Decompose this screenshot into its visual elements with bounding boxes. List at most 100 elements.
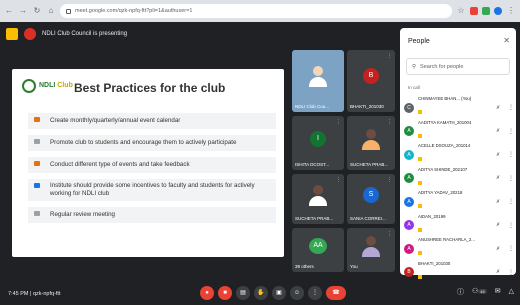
url-text: meet.google.com/qzk-npfq-ftt?pli=1&authu…: [75, 8, 193, 14]
extension-icon[interactable]: [470, 7, 478, 15]
mic-off-icon: ✗: [496, 222, 501, 229]
badge-icon: [418, 251, 422, 256]
more-icon[interactable]: ⋮: [508, 175, 514, 182]
avatar: C: [404, 102, 414, 113]
forward-icon[interactable]: →: [18, 6, 28, 16]
avatar: B: [404, 267, 414, 278]
menu-icon[interactable]: ⋮: [506, 6, 516, 16]
slide-item: Create monthly/quarterly/annual event ca…: [28, 113, 276, 130]
participant-photo: [362, 128, 380, 151]
chat-icon[interactable]: ✉: [495, 287, 501, 297]
extension-icon[interactable]: [482, 7, 490, 15]
participant-tile[interactable]: ⋮ S SANIA CORREI...: [347, 174, 395, 224]
mic-toggle-button[interactable]: ●: [200, 286, 214, 300]
participant-tile[interactable]: NDLI Club Cou...: [292, 50, 344, 112]
people-list: C CHINMAYEE BHAN... (You) ✗ ⋮ A AADITYA …: [404, 96, 514, 284]
slide-list: Create monthly/quarterly/annual event ca…: [28, 113, 276, 229]
participant-tile[interactable]: ⋮ SUCHETA PRAB...: [347, 116, 395, 170]
ndli-logo-icon: [22, 79, 36, 93]
presentation-icon: [6, 28, 18, 40]
avatar: A: [404, 126, 414, 137]
badge-icon: [418, 204, 422, 209]
self-tile[interactable]: ⋮ You: [347, 228, 395, 272]
more-icon[interactable]: ⋮: [508, 151, 514, 158]
avatar: A: [404, 149, 414, 160]
panel-title: People: [408, 38, 430, 45]
search-icon: ⚲: [412, 63, 417, 70]
mic-off-icon: ✗: [496, 198, 501, 205]
mic-off-icon: ⋮: [336, 119, 341, 125]
close-icon[interactable]: ✕: [503, 36, 510, 45]
camera-toggle-button[interactable]: ■: [218, 286, 232, 300]
more-icon[interactable]: ⋮: [508, 269, 514, 276]
list-item[interactable]: A AADITYA KAMATH_201004 ✗ ⋮: [404, 120, 514, 144]
participant-tile[interactable]: ⋮ SUCHETA PRAB...: [292, 174, 344, 224]
more-icon[interactable]: ⋮: [508, 128, 514, 135]
badge-icon: [418, 180, 422, 185]
call-controls: ● ■ ▤ ✋ ▣ ☺ ⋮ ☎: [200, 286, 346, 300]
avatar: I: [310, 130, 326, 147]
present-button[interactable]: ▣: [272, 286, 286, 300]
home-icon[interactable]: ⌂: [46, 6, 56, 16]
address-bar[interactable]: meet.google.com/qzk-npfq-ftt?pli=1&authu…: [60, 4, 452, 18]
mic-off-icon: ✗: [496, 128, 501, 135]
meet-header: NDLI Club Council is presenting: [0, 22, 400, 46]
participant-photo: [362, 236, 380, 258]
profile-avatar[interactable]: [494, 7, 502, 15]
slide-item: Promote club to students and encourage t…: [28, 135, 276, 152]
more-icon[interactable]: ⋮: [508, 245, 514, 252]
participant-photo: [309, 66, 327, 88]
badge-icon: [418, 133, 422, 138]
participant-photo: [309, 185, 327, 207]
others-tile[interactable]: AA 39 others: [292, 228, 344, 272]
star-icon[interactable]: ☆: [456, 6, 466, 16]
others-avatars: AA: [309, 237, 327, 254]
side-controls: ⓘ ⚇ 46 ✉ △: [457, 287, 514, 297]
mic-off-icon: ⋮: [336, 177, 341, 183]
browser-toolbar: ← → ↻ ⌂ meet.google.com/qzk-npfq-ftt?pli…: [0, 0, 520, 22]
bullet-icon: [34, 211, 40, 217]
mic-off-icon: ⋮: [387, 231, 392, 237]
badge-icon: [418, 157, 422, 162]
presenting-title: NDLI Club Council is presenting: [42, 31, 128, 37]
list-item[interactable]: B BHAKTI_201030 ✗ ⋮: [404, 261, 514, 285]
activities-icon[interactable]: △: [509, 287, 514, 297]
participant-tile[interactable]: ⋮ I ISHITA DCOST...: [292, 116, 344, 170]
participant-tile[interactable]: ⋮ B BHAKTI_201030: [347, 50, 395, 112]
mic-off-icon: ⋮: [387, 53, 392, 59]
avatar: A: [404, 196, 414, 207]
list-item[interactable]: A ADITYA SHINDE_202107 ✗ ⋮: [404, 167, 514, 191]
search-input[interactable]: ⚲ Search for people: [406, 58, 510, 75]
more-options-button[interactable]: ⋮: [308, 286, 322, 300]
section-label: In call: [408, 85, 420, 90]
list-item[interactable]: A AIDAN_20199 ✗ ⋮: [404, 214, 514, 238]
slide-item: Institute should provide some incentives…: [28, 179, 276, 202]
lock-icon: [66, 8, 71, 14]
list-item[interactable]: A ANUSHREE RACHARLA_2... ✗ ⋮: [404, 237, 514, 261]
avatar: S: [363, 187, 379, 203]
presentation-slide: NDLI Club Best Practices for the club Cr…: [12, 69, 284, 257]
leave-call-button[interactable]: ☎: [326, 286, 346, 300]
badge-icon: [418, 110, 422, 115]
list-item[interactable]: A ACELLE DSOUZA_201014 ✗ ⋮: [404, 143, 514, 167]
back-icon[interactable]: ←: [4, 6, 14, 16]
more-icon[interactable]: ⋮: [508, 198, 514, 205]
more-icon[interactable]: ⋮: [508, 222, 514, 229]
reactions-button[interactable]: ☺: [290, 286, 304, 300]
more-icon[interactable]: ⋮: [508, 104, 514, 111]
badge-icon: [418, 227, 422, 232]
avatar: A: [404, 220, 414, 231]
bullet-icon: [34, 183, 40, 189]
mic-off-icon: ✗: [496, 245, 501, 252]
mic-off-icon: ⋮: [387, 177, 392, 183]
raise-hand-button[interactable]: ✋: [254, 286, 268, 300]
reload-icon[interactable]: ↻: [32, 6, 42, 16]
captions-button[interactable]: ▤: [236, 286, 250, 300]
list-item[interactable]: A ADITYA YADAV_20218 ✗ ⋮: [404, 190, 514, 214]
info-icon[interactable]: ⓘ: [457, 287, 464, 297]
avatar: A: [404, 243, 414, 254]
badge-icon: [418, 274, 422, 279]
mic-off-icon: ✗: [496, 175, 501, 182]
list-item[interactable]: C CHINMAYEE BHAN... (You) ✗ ⋮: [404, 96, 514, 120]
people-icon[interactable]: ⚇ 46: [472, 287, 487, 297]
